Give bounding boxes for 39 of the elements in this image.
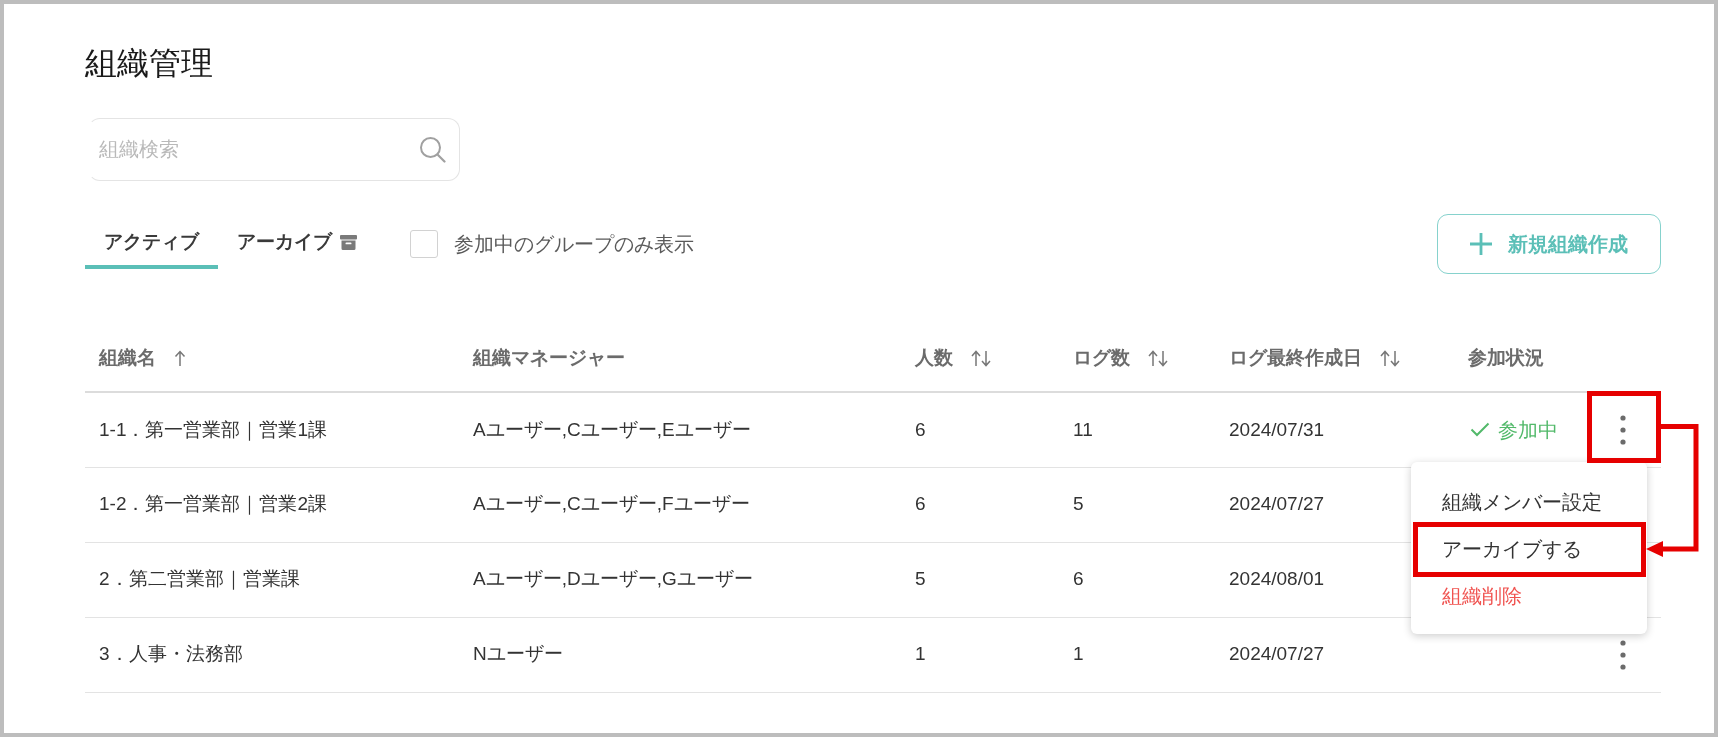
column-header: 組織名: [99, 346, 156, 371]
column-header: 参加状況: [1468, 346, 1544, 371]
sort-icon[interactable]: [1380, 350, 1400, 367]
plus-icon: [1470, 233, 1492, 255]
check-icon: [1470, 422, 1490, 438]
search-field[interactable]: 組織検索: [88, 118, 460, 181]
page-title: 組織管理: [85, 44, 213, 82]
archive-icon: [340, 234, 357, 250]
sort-icon[interactable]: [1148, 350, 1168, 367]
filter-label[interactable]: 参加中のグループのみ表示: [454, 229, 694, 259]
column-header: 人数: [915, 346, 953, 371]
table-cell: 5: [901, 542, 1059, 617]
table-cell: 1-2．第一営業部｜営業2課: [85, 467, 459, 542]
column-header: ログ最終作成日: [1229, 346, 1362, 371]
table-cell: 6: [901, 392, 1059, 467]
tab[interactable]: アーカイブ: [218, 219, 376, 269]
table-cell: 3．人事・法務部: [85, 617, 459, 692]
search-icon[interactable]: [419, 136, 446, 163]
table-cell: 1-1．第一営業部｜営業1課: [85, 392, 459, 467]
table-cell: Nユーザー: [459, 617, 901, 692]
table-cell: Aユーザー,Cユーザー,Eユーザー: [459, 392, 901, 467]
kebab-icon: [1620, 414, 1626, 445]
table-cell: 5: [1059, 467, 1215, 542]
column-header: ログ数: [1073, 346, 1130, 371]
sort-icon[interactable]: [971, 350, 991, 367]
table-cell: Aユーザー,Cユーザー,Fユーザー: [459, 467, 901, 542]
table-cell: Aユーザー,Dユーザー,Gユーザー: [459, 542, 901, 617]
checkbox[interactable]: [410, 230, 438, 258]
table-cell: 1: [1059, 617, 1215, 692]
kebab-icon: [1620, 639, 1626, 670]
tab[interactable]: アクティブ: [85, 219, 218, 269]
table-cell: 6: [901, 467, 1059, 542]
sort-ascending-icon[interactable]: [174, 350, 186, 367]
table-cell: 2．第二営業部｜営業課: [85, 542, 459, 617]
table-cell: 1: [901, 617, 1059, 692]
column-header: 組織マネージャー: [473, 346, 625, 371]
table-cell: 6: [1059, 542, 1215, 617]
status-text: 参加中: [1498, 417, 1558, 443]
table-cell: 11: [1059, 392, 1215, 467]
